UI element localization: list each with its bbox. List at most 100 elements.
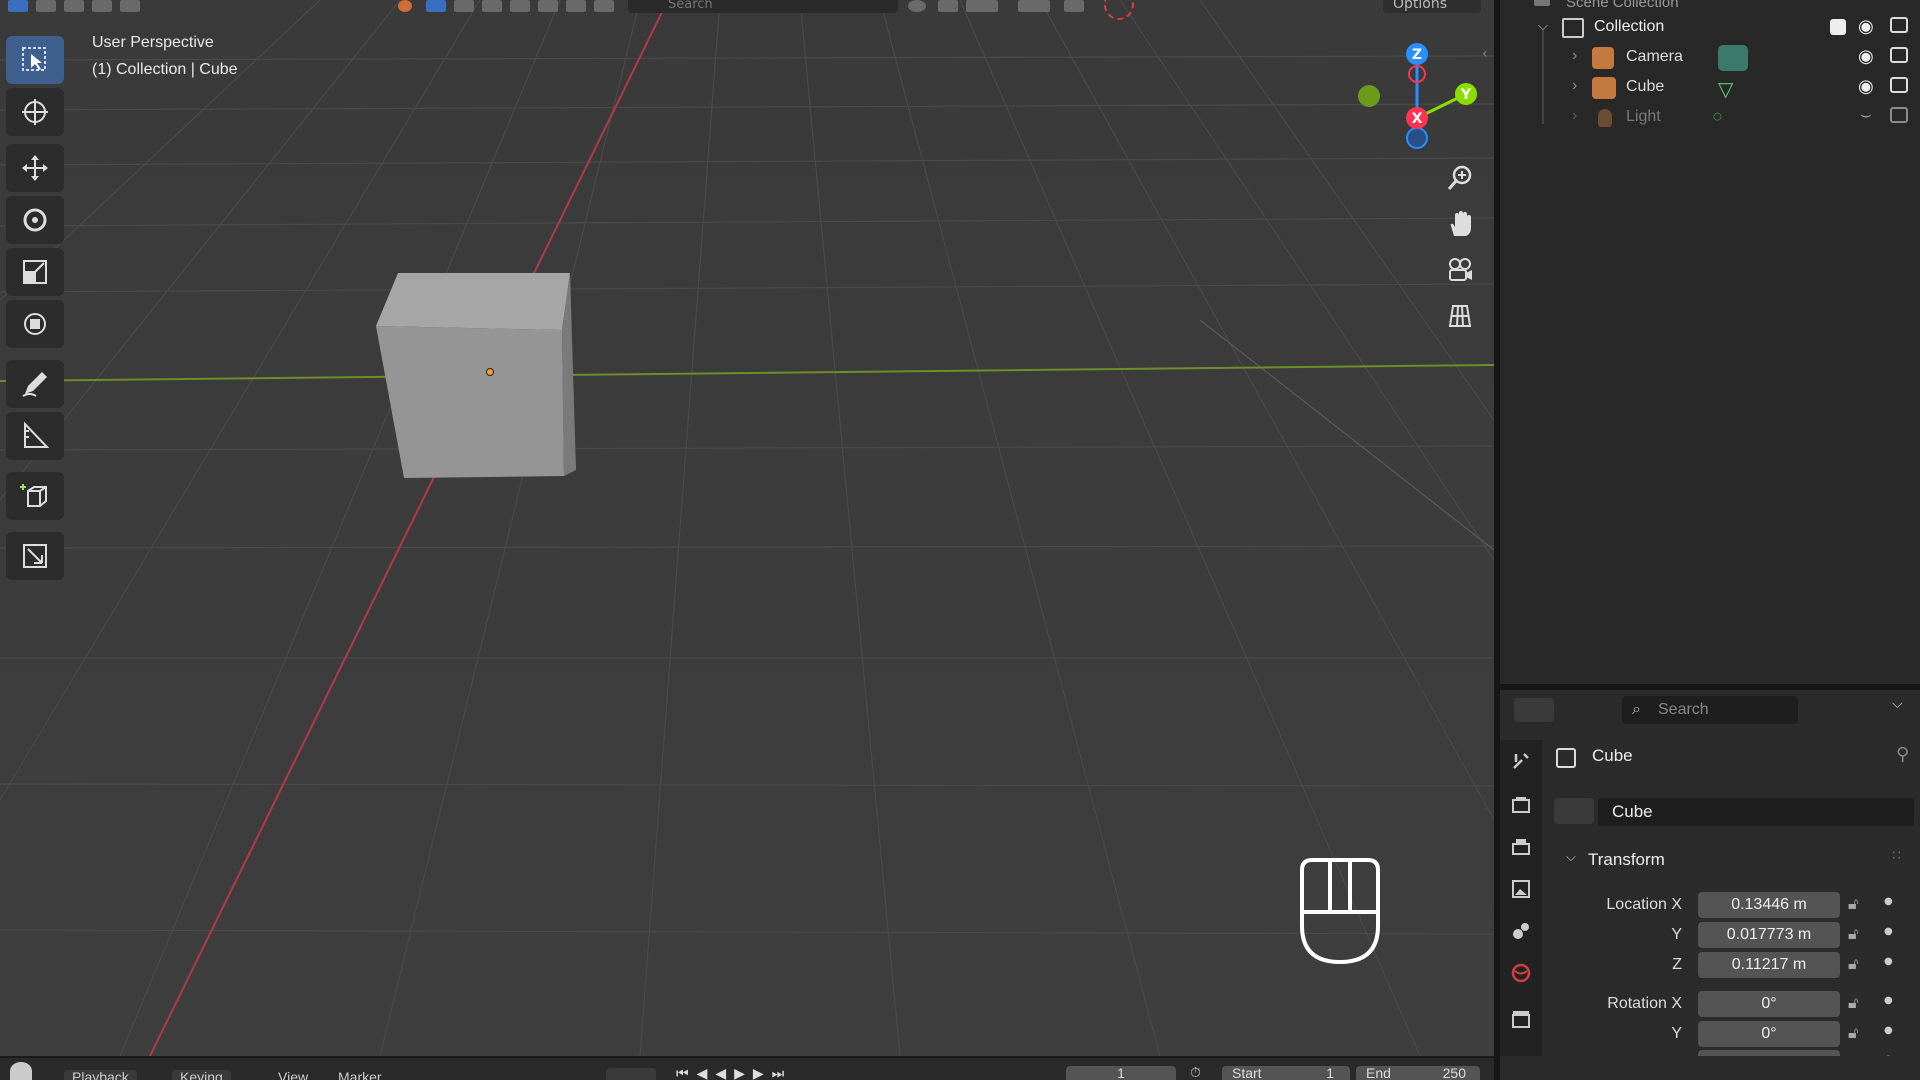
location-y-field[interactable]: 0.017773 m bbox=[1698, 922, 1840, 948]
sidebar-toggle-icon[interactable]: ‹ bbox=[1482, 46, 1488, 62]
select-mode-icon[interactable] bbox=[8, 0, 28, 12]
editor-type-icon[interactable] bbox=[1514, 698, 1554, 722]
header-search-field[interactable]: Search bbox=[628, 0, 898, 13]
timeline-editor-icon[interactable] bbox=[10, 1062, 32, 1080]
outliner-row-collection[interactable]: ⌵ Collection ◉ bbox=[1500, 14, 1920, 42]
chevron-down-icon[interactable]: ⌵ bbox=[1566, 850, 1576, 865]
keyframe-dot-icon[interactable]: ● bbox=[1884, 1025, 1893, 1036]
lock-icon[interactable]: 🔓︎ bbox=[1848, 954, 1858, 974]
drag-handle-icon[interactable]: ∷ bbox=[1892, 848, 1901, 864]
current-frame-field[interactable]: 1 bbox=[1066, 1066, 1176, 1080]
playback-menu[interactable]: Playback bbox=[64, 1070, 137, 1080]
stopwatch-icon[interactable]: ⏱ bbox=[1190, 1066, 1216, 1080]
end-frame-field[interactable]: End 250 bbox=[1356, 1066, 1480, 1080]
filter-icon[interactable] bbox=[510, 0, 530, 12]
camera-data-icon[interactable] bbox=[1718, 45, 1748, 71]
render-camera-icon[interactable] bbox=[1890, 77, 1908, 93]
filter-icon[interactable] bbox=[482, 0, 502, 12]
tab-output[interactable] bbox=[1506, 832, 1536, 862]
scale-tool[interactable] bbox=[6, 248, 64, 296]
navigation-gizmo[interactable]: Z Y X bbox=[1350, 36, 1480, 156]
end-label: End bbox=[1366, 1065, 1391, 1080]
eye-hidden-icon[interactable]: ⌣ bbox=[1860, 104, 1872, 125]
eye-icon[interactable]: ◉ bbox=[1858, 76, 1874, 97]
add-cube-tool[interactable] bbox=[6, 472, 64, 520]
lock-icon[interactable]: 🔓︎ bbox=[1848, 924, 1858, 944]
lock-icon[interactable]: 🔓︎ bbox=[1848, 993, 1858, 1013]
tab-view-layer[interactable] bbox=[1506, 874, 1536, 904]
keyframe-dot-icon[interactable]: ● bbox=[1884, 896, 1893, 907]
mode-icon[interactable] bbox=[36, 0, 56, 12]
location-x-field[interactable]: 0.13446 m bbox=[1698, 892, 1840, 918]
rotation-y-field[interactable]: 0° bbox=[1698, 1021, 1840, 1047]
object-name-field[interactable]: Cube bbox=[1598, 798, 1914, 826]
scene-collection-row[interactable]: Scene Collection bbox=[1500, 0, 1920, 14]
measure-tool[interactable] bbox=[6, 412, 64, 460]
view-menu[interactable]: View bbox=[278, 1070, 308, 1080]
keyframe-dot-icon[interactable]: ● bbox=[1884, 995, 1893, 1006]
render-camera-icon[interactable] bbox=[1890, 17, 1908, 33]
keyframe-dot-icon[interactable]: ● bbox=[1884, 926, 1893, 937]
tab-collection[interactable] bbox=[1506, 1004, 1536, 1034]
ortho-toggle-button[interactable] bbox=[1442, 298, 1478, 334]
properties-search-field[interactable]: ⌕ Search bbox=[1622, 696, 1798, 724]
chevron-right-icon[interactable]: › bbox=[1572, 107, 1577, 125]
tab-render[interactable] bbox=[1506, 790, 1536, 820]
render-camera-icon[interactable] bbox=[1890, 107, 1908, 123]
mode-icon[interactable] bbox=[120, 0, 140, 12]
proportional-icon[interactable] bbox=[1064, 0, 1084, 12]
chevron-down-icon[interactable]: ⌵ bbox=[1892, 696, 1903, 712]
snap-icon[interactable] bbox=[966, 0, 998, 12]
color-icon[interactable] bbox=[398, 0, 412, 12]
marker-menu[interactable]: Marker bbox=[338, 1070, 382, 1080]
transform-panel-header[interactable]: Transform bbox=[1588, 850, 1665, 870]
playback-controls[interactable]: ⏮◀◀▶▶⏭ bbox=[676, 1066, 792, 1080]
overlay-icon[interactable] bbox=[908, 0, 926, 12]
eye-icon[interactable]: ◉ bbox=[1858, 16, 1874, 37]
rotate-tool[interactable] bbox=[6, 196, 64, 244]
collapse-tool[interactable] bbox=[6, 532, 64, 580]
auto-key-button[interactable] bbox=[606, 1068, 656, 1080]
tab-scene[interactable] bbox=[1506, 916, 1536, 946]
options-dropdown[interactable]: Options bbox=[1383, 0, 1481, 13]
filter-icon[interactable] bbox=[538, 0, 558, 12]
camera-view-button[interactable] bbox=[1442, 252, 1478, 288]
3d-viewport[interactable]: Search Options User Perspective (1) Coll… bbox=[0, 0, 1494, 1056]
pivot-icon[interactable] bbox=[1018, 0, 1050, 12]
light-data-icon[interactable]: ○ bbox=[1712, 106, 1723, 127]
pan-button[interactable] bbox=[1442, 206, 1478, 242]
render-camera-icon[interactable] bbox=[1890, 47, 1908, 63]
annotate-tool[interactable] bbox=[6, 360, 64, 408]
mode-icon[interactable] bbox=[64, 0, 84, 12]
start-frame-field[interactable]: Start 1 bbox=[1222, 1066, 1350, 1080]
chevron-right-icon[interactable]: › bbox=[1572, 47, 1577, 65]
tab-world[interactable] bbox=[1506, 958, 1536, 988]
mesh-data-icon[interactable]: ▽ bbox=[1718, 77, 1733, 102]
outliner-row-camera[interactable]: › Camera ◉ bbox=[1500, 44, 1920, 72]
view-filter-icon[interactable] bbox=[426, 0, 446, 12]
location-z-field[interactable]: 0.11217 m bbox=[1698, 952, 1840, 978]
filter-icon[interactable] bbox=[566, 0, 586, 12]
object-browse-icon[interactable] bbox=[1554, 798, 1594, 824]
tab-tool[interactable] bbox=[1506, 746, 1536, 776]
eye-icon[interactable]: ◉ bbox=[1858, 46, 1874, 67]
checkbox-icon[interactable] bbox=[1830, 19, 1846, 35]
bookmark-icon[interactable] bbox=[938, 0, 958, 12]
zoom-button[interactable] bbox=[1442, 160, 1478, 196]
chevron-right-icon[interactable]: › bbox=[1572, 77, 1577, 95]
move-tool[interactable] bbox=[6, 144, 64, 192]
select-box-tool[interactable] bbox=[6, 36, 64, 84]
lock-icon[interactable]: 🔓︎ bbox=[1848, 1023, 1858, 1043]
outliner-row-cube[interactable]: › Cube ▽ ◉ bbox=[1500, 74, 1920, 102]
transform-tool[interactable] bbox=[6, 300, 64, 348]
outliner-row-light[interactable]: › Light ○ ⌣ bbox=[1500, 104, 1920, 132]
mode-icon[interactable] bbox=[92, 0, 112, 12]
keying-menu[interactable]: Keying bbox=[172, 1070, 231, 1080]
filter-icon[interactable] bbox=[594, 0, 614, 12]
keyframe-dot-icon[interactable]: ● bbox=[1884, 956, 1893, 967]
filter-icon[interactable] bbox=[454, 0, 474, 12]
rotation-x-field[interactable]: 0° bbox=[1698, 991, 1840, 1017]
lock-icon[interactable]: 🔓︎ bbox=[1848, 894, 1858, 914]
pin-icon[interactable]: ⚲ bbox=[1896, 744, 1909, 765]
cursor-tool[interactable] bbox=[6, 88, 64, 136]
